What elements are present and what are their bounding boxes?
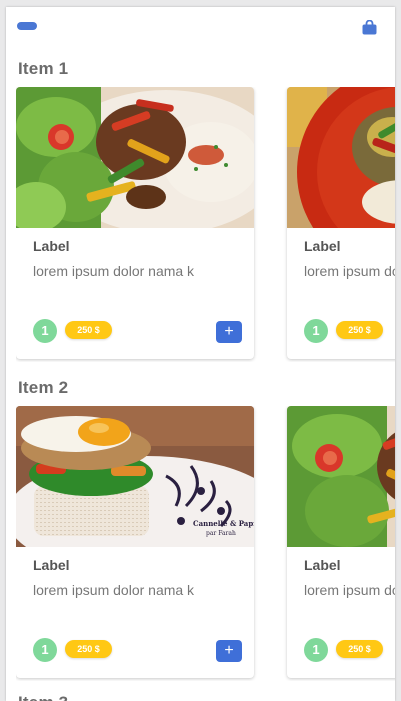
product-image <box>287 87 395 228</box>
product-card[interactable]: Label lorem ipsum dolor nama k 1 250 $ + <box>16 87 254 359</box>
price-badge: 250 $ <box>336 640 383 658</box>
shopping-bag-icon[interactable] <box>362 20 377 35</box>
top-bar <box>6 7 395 47</box>
section-title: Item 3 <box>18 693 68 701</box>
add-to-cart-button[interactable]: + <box>216 640 242 662</box>
product-image <box>16 87 254 228</box>
image-watermark: Cannelle & Paprika <box>193 519 254 528</box>
card-label: Label <box>33 238 70 254</box>
section-title: Item 1 <box>18 59 69 78</box>
quantity-badge: 1 <box>33 638 57 662</box>
app-screen: Item 1 Label lorem ipsum dolor nama k 1 … <box>6 7 395 701</box>
price-badge: 250 $ <box>336 321 383 339</box>
card-row[interactable]: Cannelle & Paprika par Farah Label lorem… <box>16 406 395 681</box>
price-badge: 250 $ <box>65 321 112 339</box>
card-description: lorem ipsum dolor nama k <box>304 263 395 279</box>
product-card[interactable]: Cannelle & Paprika par Farah Label lorem… <box>16 406 254 678</box>
card-label: Label <box>304 238 341 254</box>
quantity-badge: 1 <box>33 319 57 343</box>
card-row[interactable]: Label lorem ipsum dolor nama k 1 250 $ +… <box>16 87 395 362</box>
price-badge: 250 $ <box>65 640 112 658</box>
quantity-badge: 1 <box>304 319 328 343</box>
product-card[interactable]: Label lorem ipsum dolor nama k 1 250 $ + <box>287 87 395 359</box>
card-label: Label <box>304 557 341 573</box>
card-description: lorem ipsum dolor nama k <box>304 582 395 598</box>
image-watermark-author: par Farah <box>206 530 236 537</box>
quantity-badge: 1 <box>304 638 328 662</box>
section-title: Item 2 <box>18 378 69 397</box>
card-description: lorem ipsum dolor nama k <box>33 263 195 279</box>
card-label: Label <box>33 557 70 573</box>
add-to-cart-button[interactable]: + <box>216 321 242 343</box>
card-description: lorem ipsum dolor nama k <box>33 582 195 598</box>
product-card[interactable]: Label lorem ipsum dolor nama k 1 250 $ + <box>287 406 395 678</box>
product-image: Cannelle & Paprika par Farah <box>16 406 254 547</box>
menu-icon[interactable] <box>17 22 37 30</box>
product-image <box>287 406 395 547</box>
